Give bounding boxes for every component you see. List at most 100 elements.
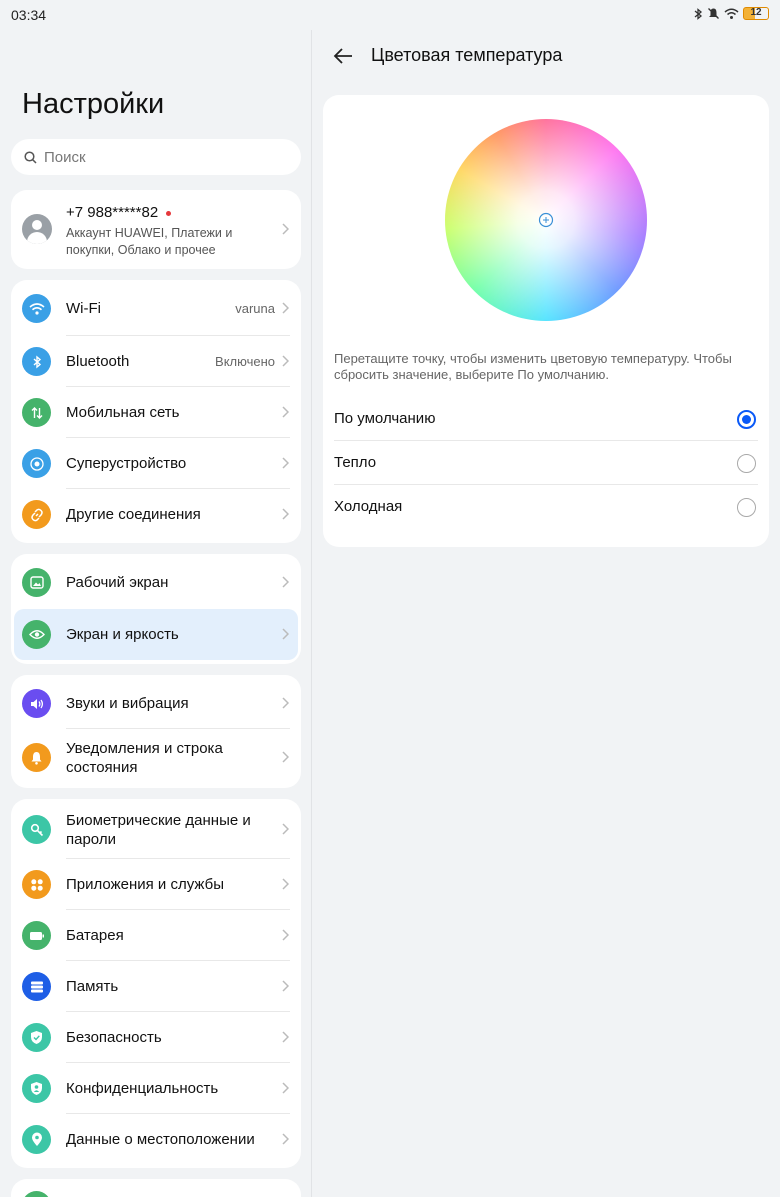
sidebar-item-battery[interactable]: Батарея [11,910,301,961]
sidebar-item-location[interactable]: Данные о местоположении [11,1114,301,1168]
bluetooth-status-icon [694,7,703,20]
hint-text: Перетащите точку, чтобы изменить цветову… [334,351,732,382]
bluetooth-icon [22,347,51,376]
mute-icon [708,8,719,19]
location-icon [22,1125,51,1154]
sidebar-item-wifi[interactable]: Wi-Fi varuna [11,280,301,336]
partial-icon [22,1191,51,1197]
shield-icon [22,1023,51,1052]
chevron-right-icon [282,1082,289,1094]
search-input[interactable]: Поиск [11,139,301,175]
home-screen-icon [22,568,51,597]
sidebar-item-label: Память [66,978,119,995]
eye-icon [22,620,51,649]
sidebar-item-label: Другие соединения [66,506,201,523]
color-temperature-card: Перетащите точку, чтобы изменить цветову… [323,95,769,547]
display-group: Рабочий экран Экран и яркость [11,554,301,664]
system-group: Биометрические данные и пароли Приложени… [11,799,301,1168]
chevron-right-icon [282,1031,289,1043]
link-icon [22,500,51,529]
sidebar-item-value: varuna [235,301,275,316]
account-description: Аккаунт HUAWEI, Платежи и покупки, Облак… [66,226,233,257]
sidebar-item-label: Данные о местоположении [66,1131,255,1148]
chevron-right-icon [282,929,289,941]
sidebar-item-mobile-network[interactable]: Мобильная сеть [11,387,301,438]
option-label: Холодная [334,498,403,515]
chevron-right-icon [282,508,289,520]
sidebar-item-label: Звуки и вибрация [66,695,189,712]
privacy-icon [22,1074,51,1103]
sidebar-item-label: Безопасность [66,1029,162,1046]
sidebar-item-biometrics[interactable]: Биометрические данные и пароли [11,799,301,859]
sidebar-item-privacy[interactable]: Конфиденциальность [11,1063,301,1114]
chevron-right-icon [282,576,289,588]
status-bar: 03:34 12 [0,0,780,30]
chevron-right-icon [282,223,289,235]
radio-unselected[interactable] [737,454,756,473]
avatar [22,214,52,244]
sidebar-item-label: Уведомления и строка состояния [66,740,223,776]
back-button[interactable] [332,44,358,68]
sound-icon [22,689,51,718]
sidebar-item-label: Рабочий экран [66,574,169,591]
radio-selected[interactable] [737,410,756,429]
wifi-status-icon [724,8,739,19]
radio-unselected[interactable] [737,498,756,517]
sidebar-item-storage[interactable]: Память [11,961,301,1012]
status-time: 03:34 [11,7,47,23]
chevron-right-icon [282,628,289,640]
wifi-icon [22,294,51,323]
settings-pane: Настройки Поиск +7 988*****82 Аккаунт HU… [0,30,311,1197]
color-picker-handle[interactable] [538,212,554,228]
chevron-right-icon [282,457,289,469]
sidebar-item-label: Биометрические данные и пароли [66,812,251,848]
sidebar-item-label: Мобильная сеть [66,404,180,421]
battery-icon [22,921,51,950]
sidebar-item-display-brightness[interactable]: Экран и яркость [14,609,298,660]
status-icons: 12 [693,7,769,20]
pane-divider [311,30,312,1197]
super-device-icon [22,449,51,478]
battery-status: 12 [743,7,769,20]
option-label: Тепло [334,454,377,471]
page-title: Цветовая температура [371,45,563,65]
sidebar-item-label: Суперустройство [66,455,187,472]
mobile-network-icon [22,398,51,427]
sidebar-item-super-device[interactable]: Суперустройство [11,438,301,489]
sidebar-item-label: Wi-Fi [66,300,101,317]
chevron-right-icon [282,1133,289,1145]
sidebar-item-home-screen[interactable]: Рабочий экран [11,554,301,608]
option-label: По умолчанию [334,410,436,427]
arrow-left-icon [333,48,352,64]
option-cold[interactable]: Холодная [323,485,769,529]
sidebar-item-label: Батарея [66,927,124,944]
sidebar-item-apps[interactable]: Приложения и службы [11,859,301,910]
sidebar-item-security[interactable]: Безопасность [11,1012,301,1063]
sidebar-item-label: Экран и яркость [66,626,179,643]
chevron-right-icon [282,355,289,367]
sidebar-item-other-connections[interactable]: Другие соединения [11,489,301,543]
bell-icon [22,743,51,772]
chevron-right-icon [282,878,289,890]
apps-icon [22,870,51,899]
sidebar-item-sounds[interactable]: Звуки и вибрация [11,675,301,729]
connections-group: Wi-Fi varuna Bluetooth Включено Мобильна… [11,280,301,543]
sidebar-item-value: Включено [215,354,275,369]
sidebar-item-notifications[interactable]: Уведомления и строка состояния [11,729,301,788]
settings-title: Настройки [22,88,165,120]
chevron-right-icon [282,302,289,314]
sidebar-item-label: Конфиденциальность [66,1080,219,1097]
chevron-right-icon [282,406,289,418]
chevron-right-icon [282,697,289,709]
account-card[interactable]: +7 988*****82 Аккаунт HUAWEI, Платежи и … [11,190,301,269]
chevron-right-icon [282,980,289,992]
option-warm[interactable]: Тепло [323,441,769,485]
sidebar-item-bluetooth[interactable]: Bluetooth Включено [11,336,301,387]
account-phone: +7 988*****82 [66,204,172,221]
search-icon [24,150,37,164]
color-wheel[interactable] [445,119,647,321]
sounds-group: Звуки и вибрация Уведомления и строка со… [11,675,301,788]
key-icon [22,815,51,844]
sidebar-item-label: Приложения и службы [66,876,224,893]
option-default[interactable]: По умолчанию [323,397,769,441]
